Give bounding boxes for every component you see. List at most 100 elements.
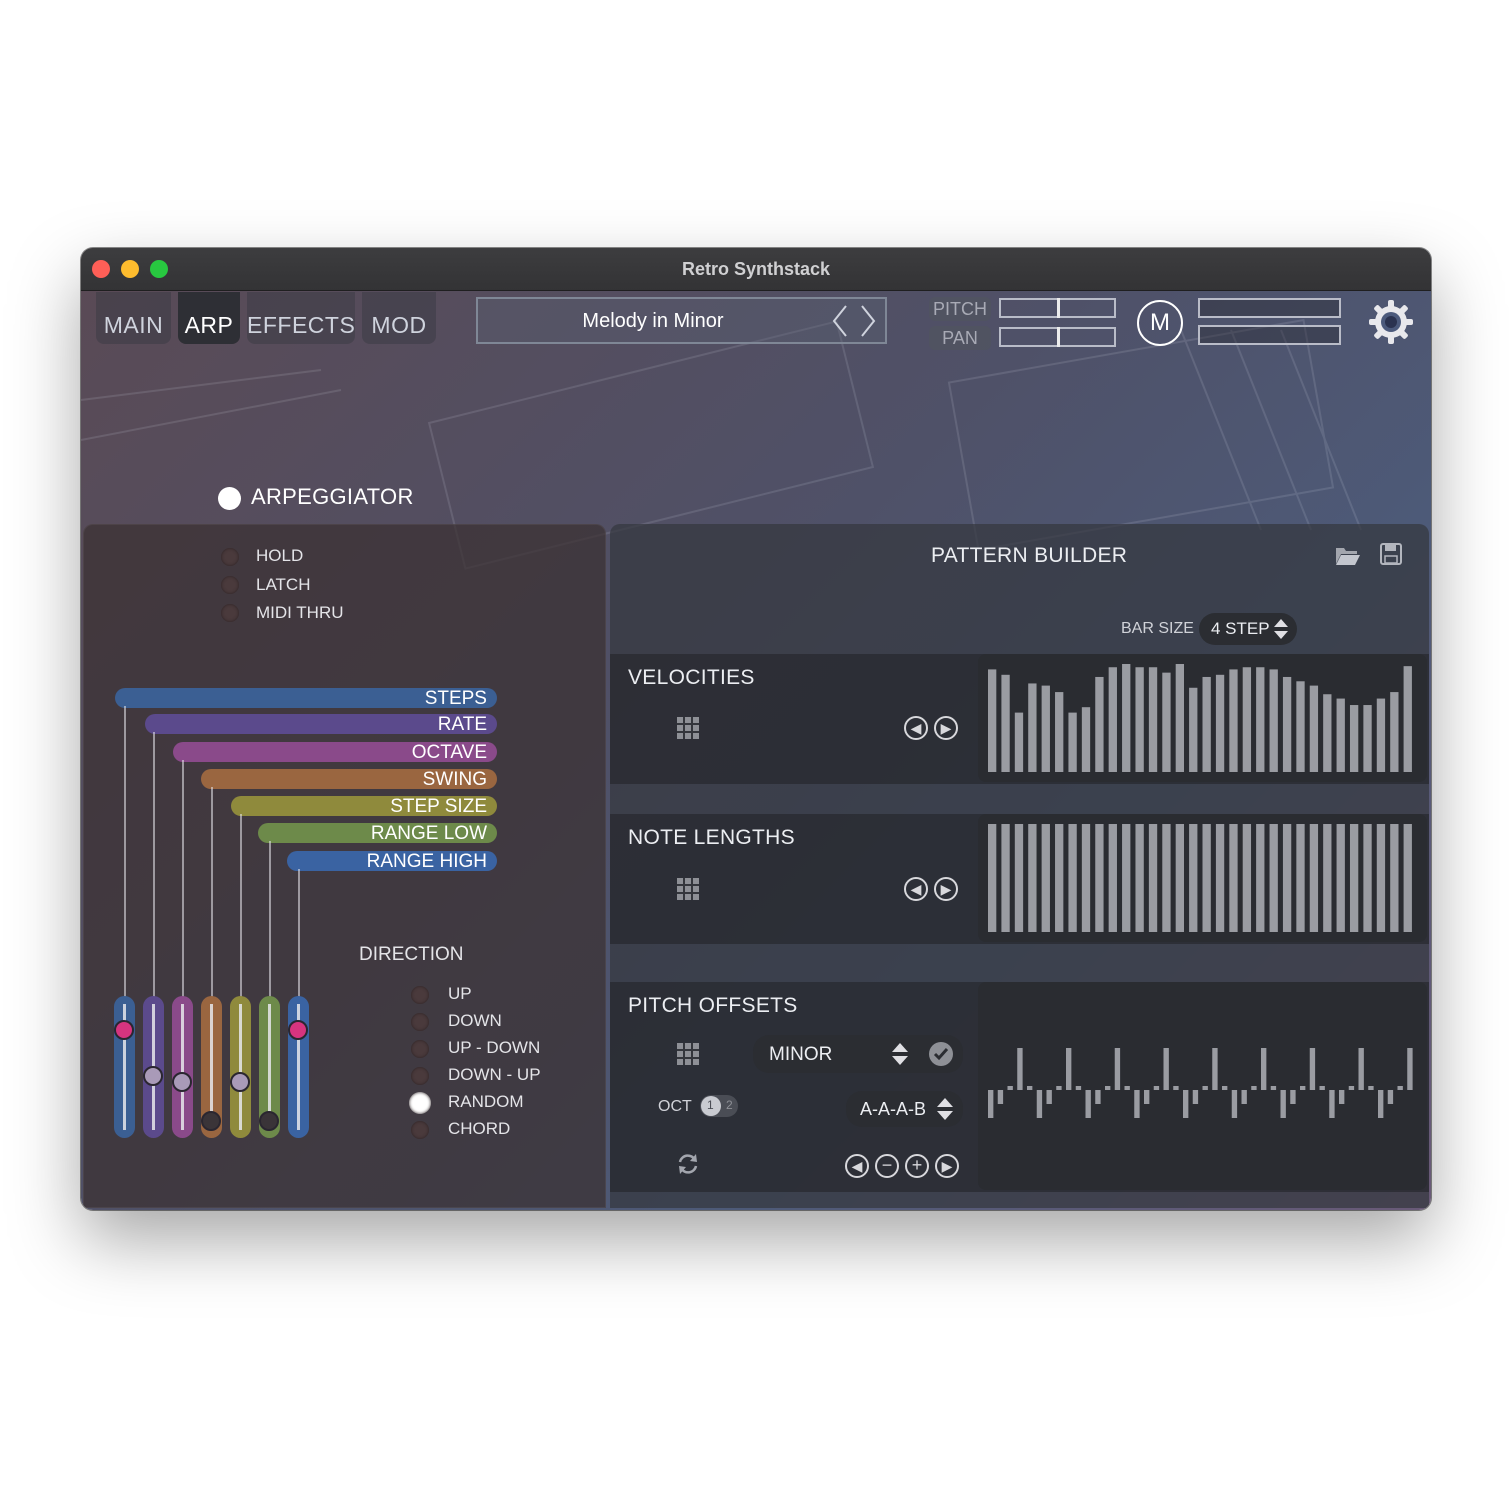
pitch-mark[interactable]	[1378, 1090, 1384, 1118]
pitch-mark[interactable]	[1319, 1086, 1325, 1090]
bar-mark[interactable]	[1135, 667, 1144, 772]
slider-knob[interactable]	[114, 1019, 134, 1040]
bar-mark[interactable]	[1229, 824, 1238, 932]
param-bar-range-high[interactable]: RANGE HIGH	[287, 851, 497, 872]
pitch-mark[interactable]	[988, 1090, 994, 1118]
bar-mark[interactable]	[1081, 824, 1091, 932]
pitch-mark[interactable]	[1183, 1090, 1189, 1118]
bar-mark[interactable]	[1215, 824, 1225, 932]
param-bar-octave[interactable]: OCTAVE	[173, 742, 497, 763]
refresh-icon[interactable]	[676, 1152, 700, 1176]
oct-toggle[interactable]: 1 2	[700, 1095, 738, 1117]
pitch-offsets-graph[interactable]	[978, 982, 1427, 1190]
pitch-mark[interactable]	[1368, 1086, 1374, 1090]
pitch-mark[interactable]	[1192, 1090, 1199, 1104]
param-bar-swing[interactable]: SWING	[201, 769, 497, 790]
bar-mark[interactable]	[1323, 694, 1332, 772]
previous-icon[interactable]: ◀	[845, 1154, 869, 1178]
param-slider-step-size[interactable]	[230, 996, 251, 1138]
direction-radio[interactable]	[411, 1067, 429, 1085]
bar-mark[interactable]	[1068, 712, 1077, 772]
direction-radio[interactable]	[411, 1121, 429, 1139]
pitch-mark[interactable]	[1387, 1090, 1394, 1104]
bar-mark[interactable]	[1122, 824, 1131, 932]
param-bar-step-size[interactable]: STEP SIZE	[231, 796, 497, 817]
bar-mark[interactable]	[1403, 666, 1412, 772]
bar-mark[interactable]	[1148, 667, 1158, 772]
next-icon[interactable]: ▶	[934, 877, 958, 901]
pitch-offsets-bars[interactable]	[978, 982, 1427, 1190]
bar-mark[interactable]	[1403, 824, 1412, 932]
pitch-mark[interactable]	[1144, 1090, 1150, 1104]
bar-mark[interactable]	[1363, 824, 1372, 932]
pitch-mark[interactable]	[997, 1090, 1004, 1104]
bar-mark[interactable]	[1242, 824, 1252, 932]
pattern-selector[interactable]: A-A-A-B	[846, 1091, 963, 1127]
pitch-mark[interactable]	[1085, 1090, 1091, 1118]
bar-mark[interactable]	[1175, 664, 1184, 772]
pitch-mark[interactable]	[1134, 1090, 1140, 1118]
pitch-mark[interactable]	[1231, 1090, 1238, 1118]
param-slider-steps[interactable]	[114, 996, 135, 1138]
bar-size-selector[interactable]: 4 STEP	[1199, 613, 1297, 645]
pitch-mark[interactable]	[1339, 1090, 1345, 1104]
bar-mark[interactable]	[1336, 698, 1345, 772]
bar-mark[interactable]	[1189, 687, 1198, 772]
bar-mark[interactable]	[1269, 824, 1278, 932]
bar-mark[interactable]	[1242, 667, 1252, 772]
pitch-mark[interactable]	[1397, 1086, 1403, 1090]
param-bar-range-low[interactable]: RANGE LOW	[258, 823, 497, 844]
bar-mark[interactable]	[1390, 824, 1399, 932]
note-lengths-graph[interactable]	[978, 814, 1427, 942]
pitch-mark[interactable]	[1358, 1048, 1364, 1090]
param-slider-range-low[interactable]	[259, 996, 280, 1138]
bar-mark[interactable]	[1349, 705, 1359, 772]
pitch-mark[interactable]	[1163, 1048, 1169, 1090]
pitch-mark[interactable]	[1056, 1086, 1062, 1090]
gear-icon[interactable]	[1367, 298, 1415, 346]
chevron-right-icon[interactable]	[858, 303, 878, 339]
bar-mark[interactable]	[1189, 824, 1198, 932]
hold-toggle[interactable]	[221, 548, 239, 566]
next-icon[interactable]: ▶	[935, 1154, 959, 1178]
bar-mark[interactable]	[1282, 824, 1292, 932]
bar-mark[interactable]	[1336, 824, 1345, 932]
tab-mod[interactable]: MOD	[362, 292, 436, 344]
midi-thru-toggle[interactable]	[221, 604, 239, 622]
minus-icon[interactable]: −	[875, 1154, 899, 1178]
bar-mark[interactable]	[1001, 674, 1010, 772]
bar-mark[interactable]	[1309, 685, 1319, 772]
slider-knob[interactable]	[230, 1072, 250, 1093]
pitch-mark[interactable]	[1105, 1086, 1111, 1090]
param-slider-rate[interactable]	[143, 996, 164, 1138]
bar-mark[interactable]	[1323, 824, 1332, 932]
bar-mark[interactable]	[1162, 824, 1171, 932]
slider-knob[interactable]	[172, 1072, 192, 1093]
pitch-mark[interactable]	[1153, 1086, 1160, 1090]
pitch-mark[interactable]	[1407, 1048, 1413, 1090]
bar-mark[interactable]	[1055, 824, 1064, 932]
bar-mark[interactable]	[1041, 824, 1050, 932]
plus-icon[interactable]: +	[905, 1154, 929, 1178]
bar-mark[interactable]	[1014, 712, 1024, 772]
bar-mark[interactable]	[1175, 824, 1184, 932]
slider-knob[interactable]	[259, 1111, 279, 1132]
direction-radio[interactable]	[411, 1040, 429, 1058]
pitch-mark[interactable]	[1261, 1048, 1267, 1090]
check-icon[interactable]	[928, 1041, 954, 1067]
pitch-mark[interactable]	[1173, 1086, 1179, 1090]
slider-knob[interactable]	[288, 1019, 308, 1040]
bar-mark[interactable]	[1081, 707, 1091, 772]
pitch-mark[interactable]	[1329, 1090, 1335, 1118]
preset-selector[interactable]: Melody in Minor	[476, 297, 887, 344]
tab-arp[interactable]: ARP	[178, 292, 240, 344]
pitch-mark[interactable]	[1007, 1086, 1013, 1090]
bar-mark[interactable]	[1376, 824, 1386, 932]
pitch-mark[interactable]	[1212, 1048, 1218, 1090]
bar-mark[interactable]	[1229, 669, 1238, 772]
bar-mark[interactable]	[1202, 676, 1211, 772]
direction-radio[interactable]	[409, 1092, 431, 1114]
bar-mark[interactable]	[1135, 824, 1144, 932]
grid-icon[interactable]	[676, 877, 700, 901]
bar-mark[interactable]	[1068, 824, 1077, 932]
